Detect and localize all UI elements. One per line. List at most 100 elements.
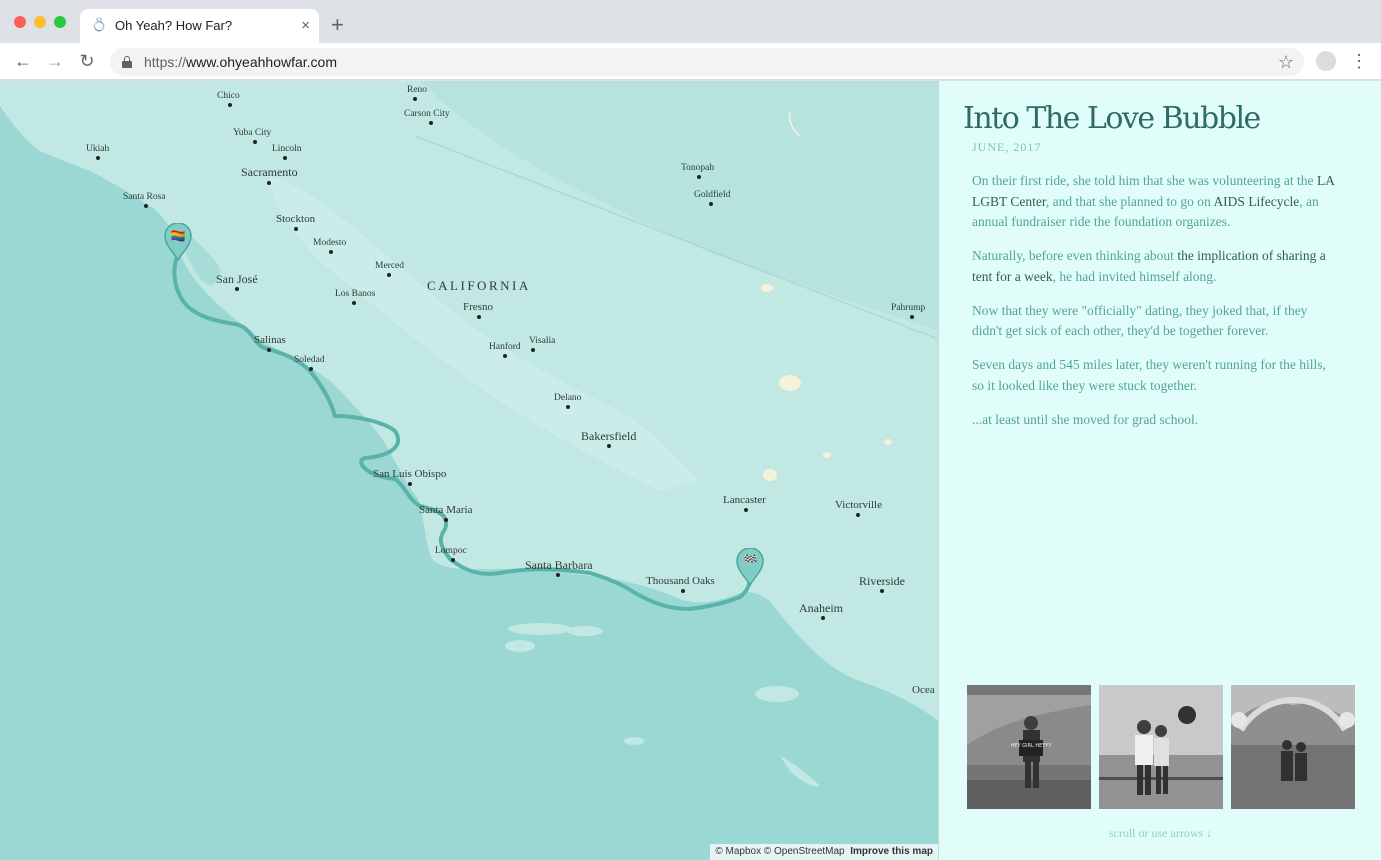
back-arrow-icon[interactable]: ← bbox=[12, 50, 34, 72]
city-dot bbox=[329, 250, 333, 254]
improve-map-link[interactable]: Improve this map bbox=[850, 846, 933, 857]
bookmark-star-icon[interactable]: ☆ bbox=[1278, 51, 1294, 73]
island bbox=[505, 640, 535, 652]
city-dot bbox=[413, 97, 417, 101]
city-dot bbox=[910, 315, 914, 319]
checkered-flag-icon: 🏁 bbox=[742, 554, 758, 568]
reload-icon[interactable]: ↻ bbox=[76, 50, 98, 72]
story-panel: Into The Love Bubble JUNE, 2017 On their… bbox=[938, 81, 1381, 860]
city-label: Tonopah bbox=[681, 163, 715, 173]
city-dot bbox=[429, 121, 433, 125]
city-dot bbox=[477, 315, 481, 319]
route-map[interactable]: 🏳️‍🌈 🏁 CALIFORNIA Chico Reno Carson City… bbox=[0, 81, 938, 860]
city-dot bbox=[144, 204, 148, 208]
attribution-text: © Mapbox © OpenStreetMap bbox=[715, 846, 845, 857]
maximize-window-button[interactable] bbox=[54, 16, 66, 28]
paragraph: Now that they were "officially" dating, … bbox=[972, 302, 1308, 339]
city-dot bbox=[697, 175, 701, 179]
text: , he had invited himself along. bbox=[1052, 268, 1217, 284]
text: , and that she planned to go on bbox=[1045, 193, 1214, 209]
city-dot bbox=[531, 348, 535, 352]
finish-pin[interactable]: 🏁 bbox=[736, 548, 764, 586]
city-label: Stockton bbox=[276, 213, 316, 225]
city-label: Goldfield bbox=[694, 190, 731, 200]
story-title: Into The Love Bubble bbox=[963, 101, 1261, 136]
city-label: Soledad bbox=[294, 355, 325, 365]
close-tab-icon[interactable]: × bbox=[301, 17, 310, 34]
url-scheme: https:// bbox=[144, 54, 187, 70]
lake bbox=[763, 469, 777, 481]
photo-couple-helmet[interactable] bbox=[1099, 685, 1223, 809]
url-text[interactable]: https://www.ohyeahhowfar.com bbox=[144, 54, 337, 70]
city-dot bbox=[228, 103, 232, 107]
paragraph: Seven days and 545 miles later, they wer… bbox=[972, 357, 1326, 393]
city-label: Santa Rosa bbox=[123, 192, 166, 202]
browser-tab[interactable]: 💍 Oh Yeah? How Far? × bbox=[80, 9, 319, 43]
city-label: Los Banos bbox=[335, 289, 376, 299]
city-label: Santa Barbara bbox=[525, 558, 593, 572]
city-label: Riverside bbox=[859, 574, 905, 588]
city-label: Bakersfield bbox=[581, 429, 637, 443]
map-attribution: © Mapbox © OpenStreetMap Improve this ma… bbox=[710, 844, 938, 860]
lake bbox=[884, 439, 892, 445]
city-dot bbox=[880, 589, 884, 593]
city-dot bbox=[294, 227, 298, 231]
photo-greetings-mural[interactable]: HEY GIRL HEYYY bbox=[967, 685, 1091, 809]
city-label: Yuba City bbox=[233, 128, 272, 138]
text: Naturally, before even thinking about bbox=[972, 248, 1178, 263]
city-dot bbox=[387, 273, 391, 277]
profile-avatar[interactable] bbox=[1316, 51, 1336, 71]
city-dot bbox=[309, 367, 313, 371]
scroll-hint: scroll or use arrows ↓ bbox=[1108, 826, 1213, 840]
kebab-menu-icon[interactable]: ⋮ bbox=[1350, 50, 1368, 72]
city-dot bbox=[96, 156, 100, 160]
city-label: Reno bbox=[407, 85, 428, 95]
city-label: Victorville bbox=[835, 499, 882, 511]
city-label: Lincoln bbox=[272, 144, 302, 154]
minimize-window-button[interactable] bbox=[34, 16, 46, 28]
city-label: Santa Maria bbox=[419, 504, 473, 516]
island bbox=[780, 756, 820, 787]
rainbow-flag-icon: 🏳️‍🌈 bbox=[170, 229, 186, 243]
island bbox=[755, 686, 799, 702]
city-label: Pahrump bbox=[891, 303, 926, 313]
close-window-button[interactable] bbox=[14, 16, 26, 28]
photo-finish-line[interactable] bbox=[1231, 685, 1355, 809]
address-bar[interactable]: https://www.ohyeahhowfar.com ☆ bbox=[110, 48, 1304, 76]
url-host: www.ohyeahhowfar.com bbox=[186, 54, 337, 70]
city-label: Ocea bbox=[912, 684, 935, 696]
browser-tabstrip: 💍 Oh Yeah? How Far? × + bbox=[0, 0, 1381, 43]
paragraph: ...at least until she moved for grad sch… bbox=[972, 411, 1199, 427]
city-dot bbox=[267, 181, 271, 185]
lake bbox=[823, 452, 831, 458]
city-label: Anaheim bbox=[799, 601, 843, 615]
city-label: Sacramento bbox=[241, 165, 298, 179]
city-label: San José bbox=[216, 272, 258, 286]
city-label: Lancaster bbox=[723, 494, 766, 506]
start-pin[interactable]: 🏳️‍🌈 bbox=[164, 223, 192, 261]
city-dot bbox=[451, 558, 455, 562]
ring-icon: 💍 bbox=[91, 17, 108, 32]
city-label: Lompoc bbox=[435, 546, 467, 556]
city-dot bbox=[283, 156, 287, 160]
city-dot bbox=[856, 513, 860, 517]
city-label: Hanford bbox=[489, 342, 521, 352]
text: On their first ride, she told him that s… bbox=[972, 173, 1317, 188]
lock-icon bbox=[122, 56, 132, 68]
city-dot bbox=[235, 287, 239, 291]
forward-arrow-icon[interactable]: → bbox=[44, 50, 66, 72]
city-dot bbox=[607, 444, 611, 448]
city-label: San Luis Obispo bbox=[373, 468, 447, 480]
new-tab-button[interactable]: + bbox=[331, 13, 344, 37]
city-label: Carson City bbox=[404, 109, 450, 119]
city-dot bbox=[744, 508, 748, 512]
city-dot bbox=[821, 616, 825, 620]
island bbox=[508, 623, 572, 635]
aids-lifecycle-link[interactable]: AIDS Lifecycle bbox=[1213, 194, 1299, 209]
city-label: Ukiah bbox=[86, 144, 110, 154]
city-label: Delano bbox=[554, 393, 582, 403]
city-dot bbox=[444, 518, 448, 522]
city-dot bbox=[408, 482, 412, 486]
browser-toolbar: ← → ↻ https://www.ohyeahhowfar.com ☆ ⋮ bbox=[0, 43, 1381, 80]
story-body: On their first ride, she told him that s… bbox=[972, 171, 1337, 444]
